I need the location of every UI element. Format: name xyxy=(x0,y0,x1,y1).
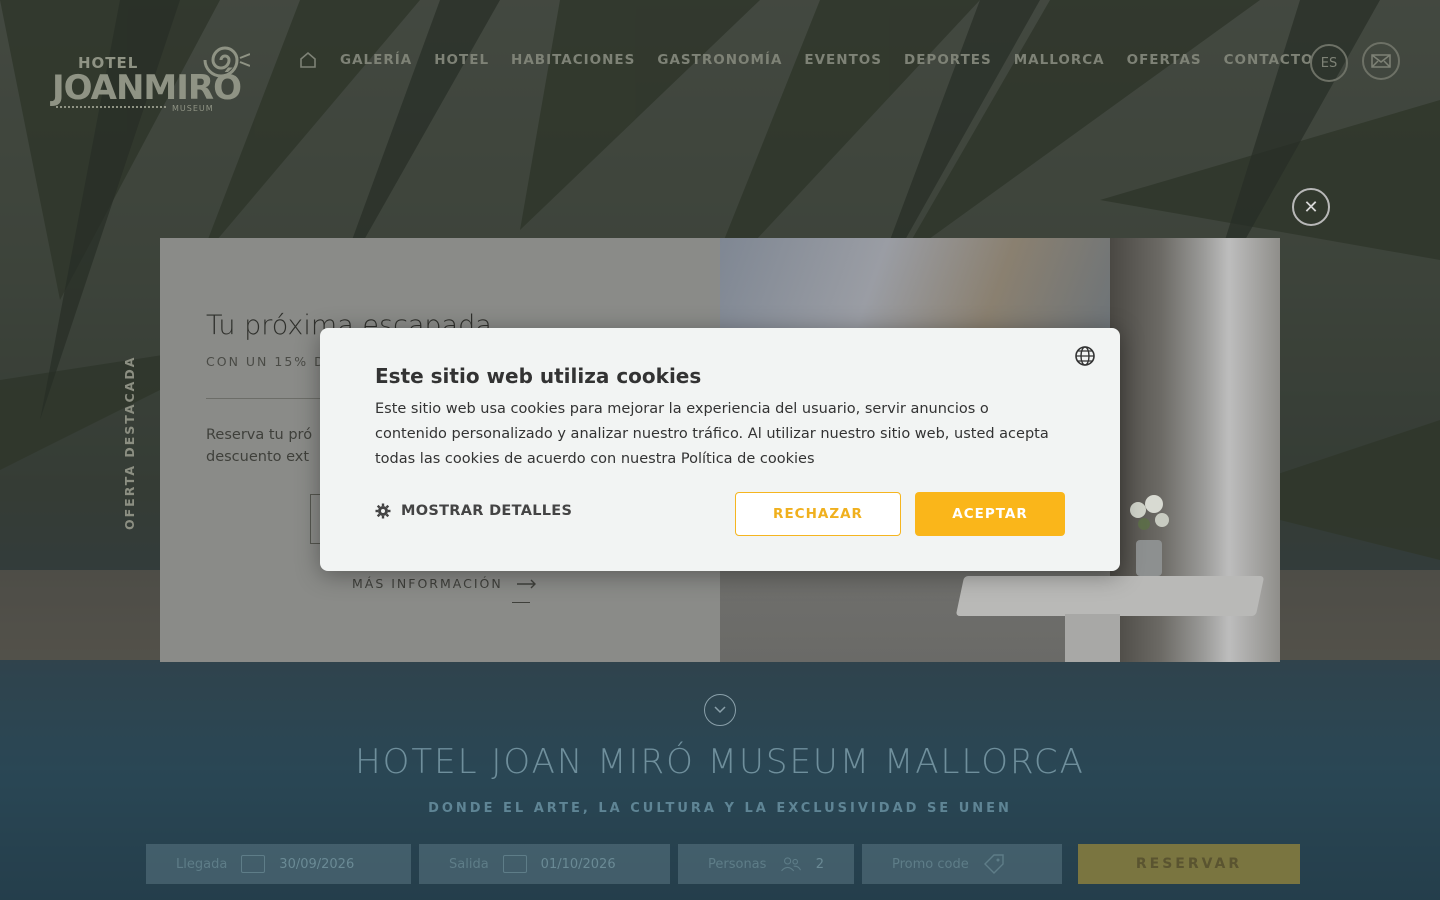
logo-swirl-icon xyxy=(203,46,250,78)
home-icon[interactable] xyxy=(298,50,318,70)
promo-code-label: Promo code xyxy=(892,856,969,872)
tag-icon xyxy=(983,854,1004,874)
logo-text-museum: MUSEUM xyxy=(172,104,214,113)
mail-icon xyxy=(1371,54,1391,68)
arrow-right-icon xyxy=(516,579,536,588)
more-info-link[interactable]: MÁS INFORMACIÓN xyxy=(352,576,537,591)
scroll-down-button[interactable] xyxy=(704,694,736,726)
departure-label: Salida xyxy=(449,856,489,872)
persons-value: 2 xyxy=(815,856,824,872)
nav-item-gastronomia[interactable]: GASTRONOMÍA xyxy=(657,52,782,68)
departure-value: 01/10/2026 xyxy=(540,856,616,872)
nav-item-deportes[interactable]: DEPORTES xyxy=(904,52,992,68)
nav-item-habitaciones[interactable]: HABITACIONES xyxy=(511,52,635,68)
more-info-label: MÁS INFORMACIÓN xyxy=(352,576,503,591)
nav-item-galeria[interactable]: GALERÍA xyxy=(340,52,412,68)
language-selector[interactable]: ES xyxy=(1310,44,1348,82)
hero-subtitle: DONDE EL ARTE, LA CULTURA Y LA EXCLUSIVI… xyxy=(428,801,1012,816)
more-info-underline xyxy=(512,602,530,603)
logo-dots xyxy=(56,106,166,108)
cookie-body: Este sitio web usa cookies para mejorar … xyxy=(375,401,1049,467)
nav-item-hotel[interactable]: HOTEL xyxy=(434,52,489,68)
show-details-button[interactable]: MOSTRAR DETALLES xyxy=(375,503,572,519)
booking-bar: Llegada 30/09/2026 Salida 01/10/2026 Per… xyxy=(146,844,1300,884)
departure-field[interactable]: Salida 01/10/2026 xyxy=(419,844,670,884)
gear-icon xyxy=(375,503,391,519)
flower-vase-image xyxy=(1130,495,1169,576)
chevron-down-icon xyxy=(714,706,726,714)
close-icon: ✕ xyxy=(1303,196,1319,218)
hotel-logo[interactable]: HOTEL JOANMIRÓ MUSEUM xyxy=(52,40,252,116)
room-table-leg xyxy=(1065,614,1120,662)
offer-subtitle: CON UN 15% D xyxy=(206,354,326,369)
nav-item-ofertas[interactable]: OFERTAS xyxy=(1127,52,1202,68)
calendar-icon xyxy=(241,855,266,873)
arrival-label: Llegada xyxy=(176,856,228,872)
room-table xyxy=(955,576,1265,616)
accept-cookies-button[interactable]: ACEPTAR xyxy=(915,492,1065,536)
room-painting xyxy=(720,238,1110,328)
nav-item-eventos[interactable]: EVENTOS xyxy=(804,52,882,68)
mail-button[interactable] xyxy=(1362,42,1400,80)
nav-item-mallorca[interactable]: MALLORCA xyxy=(1014,52,1105,68)
persons-icon xyxy=(781,857,802,872)
hero-title: HOTEL JOAN MIRÓ MUSEUM MALLORCA xyxy=(355,742,1085,782)
calendar-icon xyxy=(502,855,527,873)
promo-code-field[interactable]: Promo code xyxy=(862,844,1062,884)
arrival-value: 30/09/2026 xyxy=(279,856,355,872)
persons-label: Personas xyxy=(708,856,767,872)
show-details-label: MOSTRAR DETALLES xyxy=(401,503,573,519)
book-button[interactable]: RESERVAR xyxy=(1078,844,1300,884)
persons-field[interactable]: Personas 2 xyxy=(678,844,854,884)
featured-offer-label: OFERTA DESTACADA xyxy=(122,355,137,530)
globe-icon[interactable] xyxy=(1074,345,1096,367)
nav-item-contacto[interactable]: CONTACTO xyxy=(1224,52,1314,68)
arrival-field[interactable]: Llegada 30/09/2026 xyxy=(146,844,411,884)
close-offer-button[interactable]: ✕ xyxy=(1292,188,1330,226)
cookie-consent-dialog: Este sitio web utiliza cookies Este siti… xyxy=(320,328,1120,571)
cookie-title: Este sitio web utiliza cookies xyxy=(375,364,702,388)
main-nav: GALERÍA HOTEL HABITACIONES GASTRONOMÍA E… xyxy=(298,50,1336,70)
reject-cookies-button[interactable]: RECHAZAR xyxy=(735,492,901,536)
